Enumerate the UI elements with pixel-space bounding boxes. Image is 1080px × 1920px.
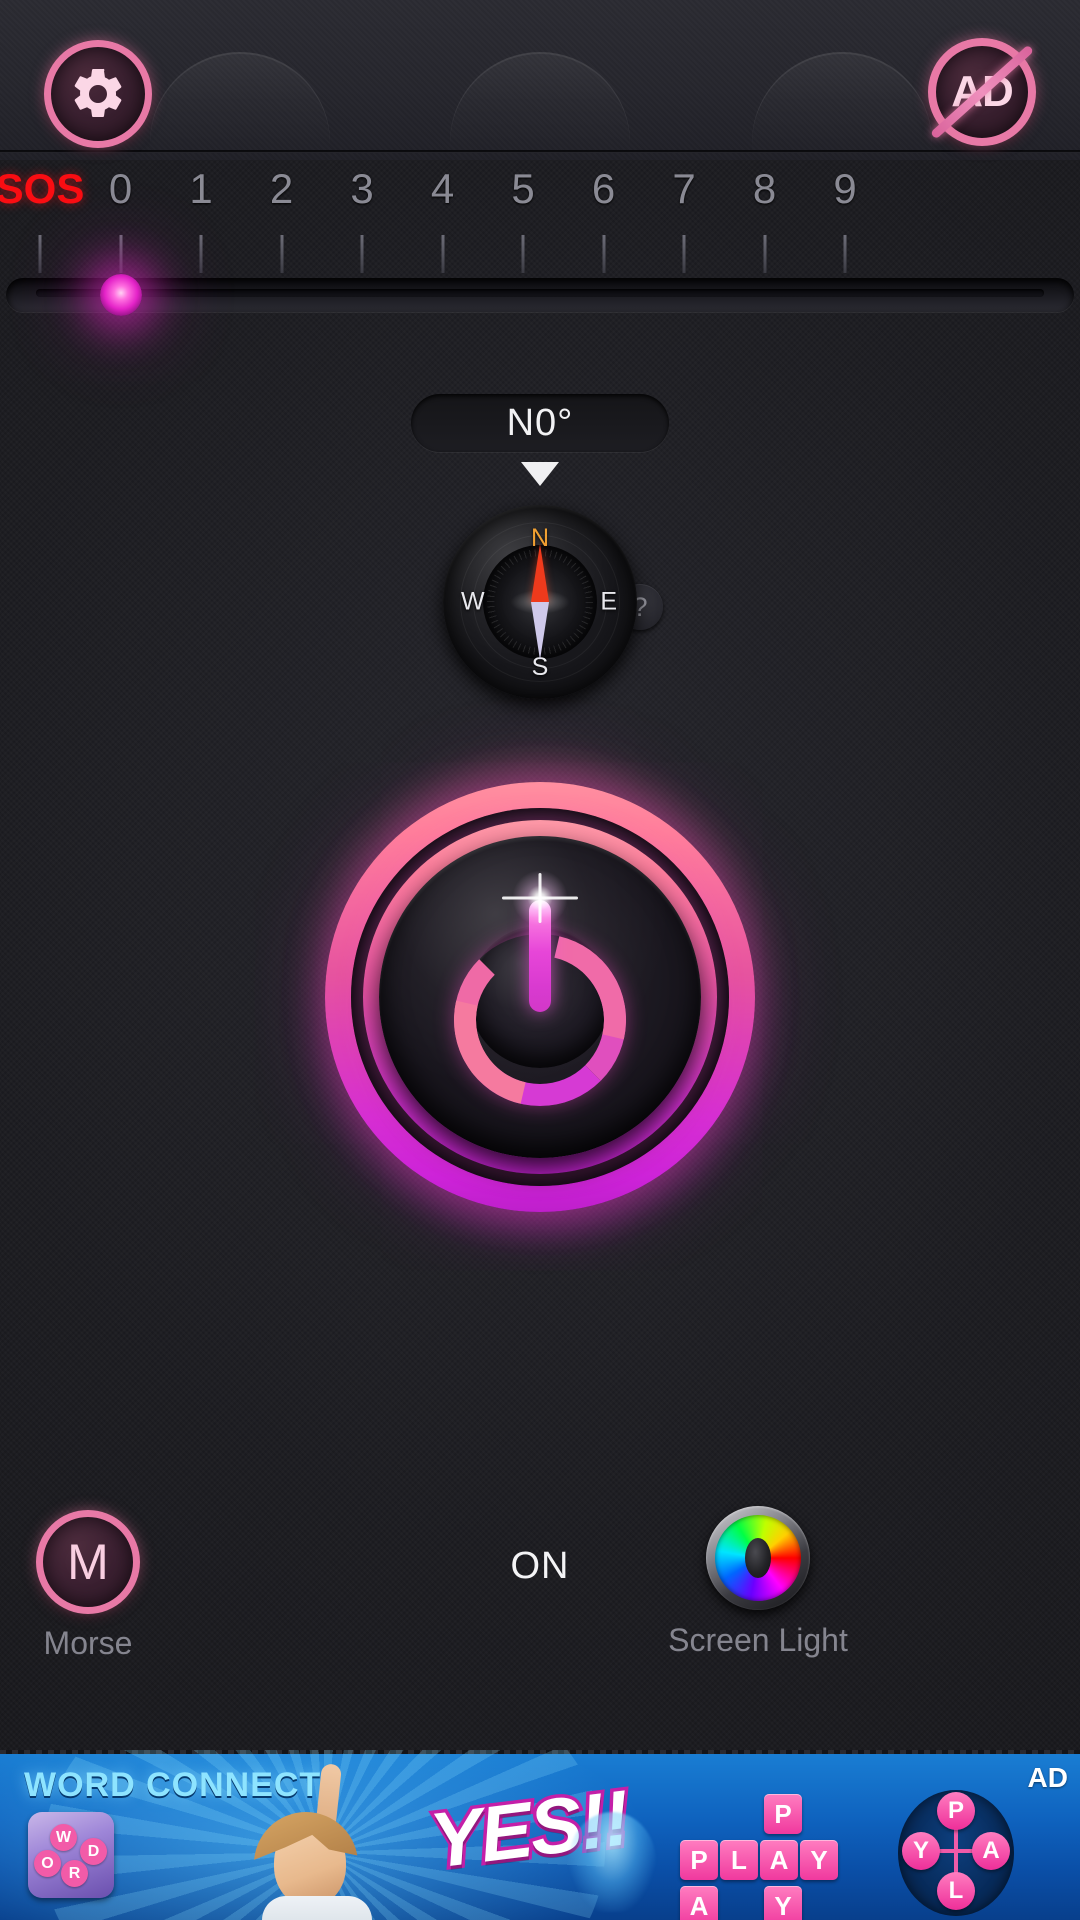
compass-heading-display: N0° <box>411 394 669 452</box>
compass-dial[interactable]: N E S W <box>443 505 637 699</box>
power-button[interactable] <box>297 754 783 1240</box>
ruler-tick <box>38 235 42 273</box>
ad-app-icon-letter: R <box>61 1860 88 1887</box>
ad-word-wheel: P Y A L <box>898 1790 1014 1916</box>
no-ads-slash-icon <box>929 44 1035 140</box>
ruler-label[interactable]: 7 <box>672 165 695 213</box>
bezel-arch <box>150 52 330 160</box>
bezel-arch <box>450 52 630 160</box>
ad-jellyfish-graphic <box>568 1812 656 1912</box>
ruler-label[interactable]: 1 <box>189 165 212 213</box>
screen-light-label: Screen Light <box>668 1622 848 1658</box>
ad-crossword-tile: A <box>760 1840 798 1880</box>
ad-app-icon-letter: D <box>80 1838 107 1865</box>
ad-photo-woman <box>232 1763 432 1920</box>
ad-photo-body <box>262 1896 372 1920</box>
ad-crossword-tile: P <box>680 1840 718 1880</box>
ruler-tick <box>682 235 686 273</box>
ruler-tick <box>521 235 525 273</box>
bezel-arch <box>752 52 932 160</box>
top-bezel <box>0 0 1080 160</box>
compass-heading-value: N0° <box>506 401 574 444</box>
ad-crossword-tile: P <box>764 1794 802 1834</box>
ad-crossword-tile: A <box>680 1886 718 1920</box>
morse-label: Morse <box>43 1625 133 1661</box>
compass-heading-pointer-icon <box>521 462 559 486</box>
power-icon-sparkle <box>512 870 568 926</box>
compass-needle-south <box>531 602 549 660</box>
ad-crossword-tile: L <box>720 1840 758 1880</box>
ad-app-icon-letter: O <box>34 1850 61 1877</box>
screen-light-button[interactable] <box>706 1506 810 1610</box>
ad-crossword-tile: Y <box>800 1840 838 1880</box>
ad-wheel-letter-left: Y <box>902 1832 940 1870</box>
ad-wheel-letter-right: A <box>972 1832 1010 1870</box>
gear-icon <box>74 68 122 117</box>
ruler-label-row: SOS 0 1 2 3 4 5 6 7 8 9 <box>0 165 1080 225</box>
ruler-tick <box>199 235 203 273</box>
ruler-tick <box>843 235 847 273</box>
flashlight-app-screen: AD SOS0123456789 N0° ? N E S W <box>0 0 1080 1920</box>
ruler-label[interactable]: 3 <box>350 165 373 213</box>
color-wheel-icon <box>715 1515 801 1601</box>
ruler-tick <box>441 235 444 273</box>
ruler-label-sos[interactable]: SOS <box>0 165 84 213</box>
ruler-tick <box>763 235 766 273</box>
ad-app-icon-letter: W <box>50 1824 77 1851</box>
ad-banner[interactable]: WORD CONNECT W O R D YES!! PPLAYAYPLY P … <box>0 1750 1080 1920</box>
brightness-ruler: SOS 0 1 2 3 4 5 6 7 8 9 <box>0 165 1080 316</box>
ruler-label[interactable]: 0 <box>109 165 132 213</box>
power-status-label: ON <box>510 1545 570 1587</box>
compass-direction-east: E <box>600 587 617 616</box>
ruler-label[interactable]: 8 <box>753 165 776 213</box>
ruler-label[interactable]: 4 <box>431 165 454 213</box>
compass-needle-north <box>531 544 549 602</box>
ad-wheel-letter-bottom: L <box>937 1872 975 1910</box>
brightness-slider-track[interactable] <box>6 278 1074 312</box>
ruler-tick <box>280 235 283 273</box>
ruler-tick <box>602 235 605 273</box>
bezel-arch-decoration <box>0 42 1080 160</box>
ruler-tick <box>360 235 364 273</box>
ruler-label[interactable]: 5 <box>511 165 534 213</box>
ruler-label[interactable]: 2 <box>270 165 293 213</box>
ad-tag-label: AD <box>1027 1762 1068 1793</box>
ruler-label[interactable]: 6 <box>592 165 615 213</box>
brightness-slider-thumb[interactable] <box>99 274 142 316</box>
remove-ads-button[interactable]: AD <box>928 38 1036 146</box>
power-icon <box>421 870 659 1139</box>
ad-crossword-tile: Y <box>764 1886 802 1920</box>
bezel-divider-line <box>0 150 1080 153</box>
ruler-label[interactable]: 9 <box>833 165 856 213</box>
settings-button[interactable] <box>44 40 152 148</box>
ad-app-icon: W O R D <box>28 1812 114 1898</box>
ruler-tick <box>119 235 122 273</box>
ad-wheel-letter-top: P <box>937 1792 975 1830</box>
compass-direction-west: W <box>461 587 485 616</box>
ad-crossword-tiles: PPLAYAYPLY <box>660 1794 890 1920</box>
ruler-tick-row <box>0 235 1080 277</box>
